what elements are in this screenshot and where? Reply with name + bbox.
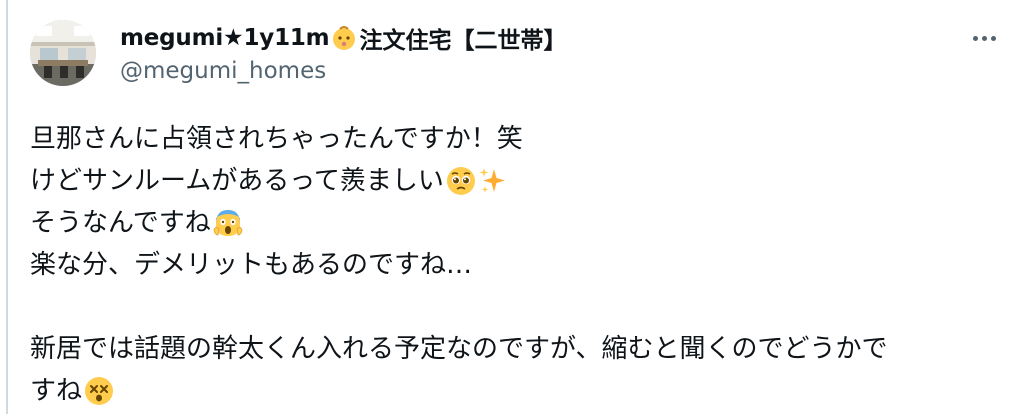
tweet-line-1: 旦那さんに占領されちゃったんですか！笑 — [30, 118, 1000, 160]
more-dot — [990, 35, 996, 41]
name-row: megumi★1y11m 注文住宅【二世帯】 — [120, 22, 964, 54]
tweet: megumi★1y11m 注文住宅【二世帯】 @megumi_homes 旦那さ… — [0, 0, 1024, 414]
tweet-line-text: そうなんですね — [30, 208, 211, 238]
tweet-line-text: すね — [30, 376, 83, 406]
tweet-line-text: けどサンルームがあるって羨ましい — [30, 166, 444, 196]
avatar[interactable] — [30, 20, 96, 86]
tweet-line-7: すね — [30, 370, 1000, 412]
user-handle[interactable]: @megumi_homes — [120, 58, 964, 84]
baby-face-icon — [331, 25, 357, 51]
tweet-line-text: 新居では話題の幹太くん入れる予定なのですが、縮むと聞くのでどうかで — [30, 334, 888, 364]
display-name-suffix[interactable]: 注文住宅【二世帯】 — [359, 21, 566, 55]
tweet-line-6: 新居では話題の幹太くん入れる予定なのですが、縮むと聞くのでどうかで — [30, 328, 1000, 370]
dizzy-face-icon — [84, 376, 114, 406]
pleading-face-icon — [446, 166, 476, 196]
tweet-line-text: 旦那さんに占領されちゃったんですか！笑 — [30, 124, 523, 154]
tweet-text: 旦那さんに占領されちゃったんですか！笑 けどサンルームがあるって羨ましい そうな… — [30, 118, 1000, 412]
tweet-line-2: けどサンルームがあるって羨ましい — [30, 160, 1000, 202]
sparkles-icon — [478, 166, 508, 196]
tweet-line-text: 楽な分、デメリットもあるのですね… — [30, 250, 473, 280]
screaming-face-icon — [213, 208, 243, 238]
more-dots-icon — [972, 35, 978, 41]
display-name[interactable]: megumi★1y11m — [120, 25, 330, 51]
tweet-header: megumi★1y11m 注文住宅【二世帯】 @megumi_homes — [120, 22, 964, 84]
avatar-image — [30, 20, 96, 86]
more-options-button[interactable] — [962, 22, 1006, 54]
tweet-line-4: 楽な分、デメリットもあるのですね… — [30, 244, 1000, 286]
tweet-line-3: そうなんですね — [30, 202, 1000, 244]
more-dot — [981, 35, 987, 41]
